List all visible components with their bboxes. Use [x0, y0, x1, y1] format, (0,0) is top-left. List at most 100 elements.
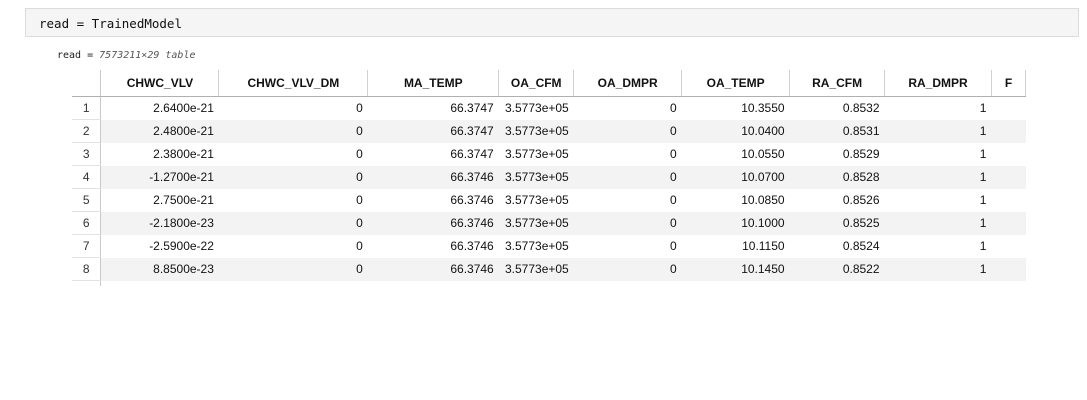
table-row[interactable]: 1 2.6400e-21 0 66.3747 3.5773e+05 0 10.3550 0.8…	[72, 96, 1026, 120]
table-cell[interactable]: 1	[884, 257, 992, 281]
table-cell[interactable]: 10.0400	[681, 119, 790, 143]
table-cell[interactable]: 0	[574, 189, 682, 212]
table-cell[interactable]: 66.3746	[367, 211, 499, 235]
table-cell[interactable]: 10.1000	[681, 211, 790, 235]
table-cell[interactable]: 1	[885, 97, 992, 120]
table-cell[interactable]: 0	[218, 257, 368, 281]
table-cell[interactable]: 0	[219, 235, 368, 258]
row-index[interactable]: 1	[72, 96, 102, 120]
table-cell[interactable]: 0.8525	[789, 211, 885, 235]
table-cell[interactable]: 3.5773e+05	[499, 235, 574, 258]
table-cell[interactable]: 0	[574, 143, 682, 166]
table-cell[interactable]: 0.8531	[789, 119, 885, 143]
table-cell[interactable]: 10.1450	[682, 281, 790, 286]
table-cell[interactable]: 10.0850	[682, 189, 790, 212]
table-viewer[interactable]: CHWC_VLV CHWC_VLV_DM MA_TEMP OA_CFM OA_D…	[72, 70, 1026, 286]
column-header[interactable]: CHWC_VLV_DM	[218, 70, 369, 97]
table-cell[interactable]: 0	[219, 281, 368, 286]
table-row[interactable]: 94.8800e-23066.37463.5773e+05010.14500.8…	[72, 280, 1026, 287]
column-header[interactable]: CHWC_VLV	[100, 70, 220, 97]
table-cell[interactable]: 66.3746	[368, 189, 499, 212]
table-row[interactable]: 8 8.8500e-23 0 66.3746 3.5773e+05 0 10.1450 0.8…	[72, 257, 1026, 281]
column-header[interactable]: RA_DMPR	[884, 70, 992, 97]
table-row[interactable]: 5 2.7500e-21 0 66.3746 3.5773e+05 0 10.0850 0.8…	[72, 188, 1026, 212]
table-row[interactable]: 3 2.3800e-21 0 66.3747 3.5773e+05 0 10.0550 0.8…	[72, 142, 1026, 166]
table-cell[interactable]: 1	[885, 235, 992, 258]
table-row[interactable]: 6 -2.1800e-23 0 66.3746 3.5773e+05 0 10.1000 0.…	[72, 211, 1026, 235]
table-cell[interactable]: 0	[218, 211, 368, 235]
table-cell[interactable]: 1	[885, 281, 992, 286]
column-header[interactable]: F	[991, 70, 1026, 97]
table-cell[interactable]: 3.5773e+05	[499, 189, 574, 212]
table-cell[interactable]: 0	[574, 97, 682, 120]
table-cell[interactable]: 66.3746	[367, 165, 499, 189]
table-cell[interactable]: 3.5773e+05	[499, 143, 574, 166]
table-cell[interactable]: 0.8522	[789, 257, 885, 281]
table-cell[interactable]: 8.8500e-23	[100, 257, 219, 281]
table-cell[interactable]: 66.3746	[368, 235, 499, 258]
table-cell[interactable]	[991, 119, 1026, 143]
table-cell[interactable]: 10.0550	[682, 143, 790, 166]
table-cell[interactable]: 0	[574, 235, 682, 258]
row-index[interactable]: 8	[72, 257, 102, 281]
table-row[interactable]: 2 2.4800e-21 0 66.3747 3.5773e+05 0 10.0400 0.8…	[72, 119, 1026, 143]
row-index[interactable]: 5	[72, 188, 102, 212]
table-cell[interactable]: 0	[573, 165, 682, 189]
table-cell[interactable]: 0	[573, 257, 682, 281]
column-header[interactable]: OA_TEMP	[681, 70, 791, 97]
table-cell[interactable]: 10.1150	[682, 235, 790, 258]
table-cell[interactable]: 66.3747	[367, 119, 499, 143]
table-cell[interactable]: 10.0700	[681, 165, 790, 189]
table-cell[interactable]	[991, 281, 1025, 287]
table-cell[interactable]: 1	[884, 211, 992, 235]
column-header[interactable]: MA_TEMP	[367, 70, 500, 97]
table-cell[interactable]: -2.5900e-22	[101, 235, 219, 258]
code-cell[interactable]: read = TrainedModel	[25, 8, 1079, 37]
table-cell[interactable]: 0.8526	[790, 189, 885, 212]
column-header[interactable]: RA_CFM	[789, 70, 886, 97]
table-cell[interactable]: 3.5773e+05	[498, 257, 574, 281]
row-index[interactable]: 7	[72, 234, 102, 258]
table-cell[interactable]: 0.8528	[789, 165, 885, 189]
table-cell[interactable]: 1	[884, 165, 992, 189]
table-cell[interactable]: 0.8524	[790, 235, 885, 258]
table-cell[interactable]: 1	[884, 119, 992, 143]
table-cell[interactable]: 0.8529	[790, 143, 885, 166]
table-cell[interactable]: 2.7500e-21	[101, 189, 219, 212]
table-cell[interactable]: 0	[573, 211, 682, 235]
table-cell[interactable]: 0	[218, 165, 368, 189]
table-cell[interactable]: 3.5773e+05	[498, 119, 574, 143]
table-cell[interactable]: 1	[885, 189, 992, 212]
table-cell[interactable]: 3.5773e+05	[499, 281, 574, 286]
table-cell[interactable]: 0	[574, 281, 682, 286]
column-header[interactable]: OA_CFM	[498, 70, 575, 97]
table-cell[interactable]: 10.1450	[681, 257, 790, 281]
row-index[interactable]: 2	[72, 119, 102, 143]
table-cell[interactable]: 0	[219, 97, 368, 120]
table-cell[interactable]: 3.5773e+05	[499, 97, 574, 120]
table-cell[interactable]: 0	[219, 189, 368, 212]
table-cell[interactable]: 66.3746	[368, 281, 499, 286]
table-cell[interactable]: 2.3800e-21	[101, 143, 219, 166]
table-cell[interactable]	[991, 235, 1025, 258]
table-cell[interactable]: 2.6400e-21	[101, 97, 219, 120]
table-cell[interactable]	[991, 165, 1026, 189]
row-index[interactable]: 6	[72, 211, 102, 235]
table-cell[interactable]: 66.3747	[368, 97, 499, 120]
table-cell[interactable]: 2.4800e-21	[100, 119, 219, 143]
table-cell[interactable]	[991, 211, 1026, 235]
table-cell[interactable]	[991, 189, 1025, 212]
table-cell[interactable]: 0.8521	[790, 281, 885, 286]
table-cell[interactable]	[991, 97, 1025, 120]
table-cell[interactable]: 0	[219, 143, 368, 166]
table-row[interactable]: 7 -2.5900e-22 0 66.3746 3.5773e+05 0 10.1150 0.…	[72, 234, 1026, 258]
table-cell[interactable]: -1.2700e-21	[100, 165, 219, 189]
table-cell[interactable]: 0	[218, 119, 368, 143]
table-cell[interactable]	[991, 143, 1025, 166]
table-row[interactable]: 4 -1.2700e-21 0 66.3746 3.5773e+05 0 10.0700 0.…	[72, 165, 1026, 189]
table-cell[interactable]: 3.5773e+05	[498, 165, 574, 189]
row-index[interactable]: 9	[72, 280, 102, 286]
table-cell[interactable]: 66.3746	[367, 257, 499, 281]
table-cell[interactable]	[991, 257, 1026, 281]
table-cell[interactable]: -2.1800e-23	[100, 211, 219, 235]
